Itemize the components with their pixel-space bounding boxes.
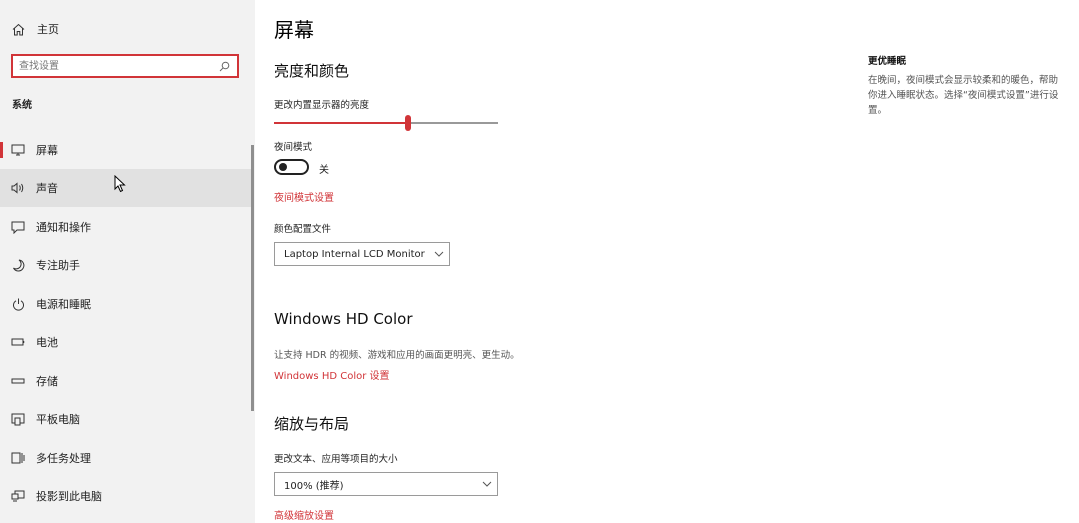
notification-icon	[0, 221, 36, 234]
sidebar-item-multitasking[interactable]: 多任务处理	[0, 439, 252, 477]
sidebar-item-storage[interactable]: 存储	[0, 362, 252, 400]
moon-icon	[0, 259, 36, 272]
project-icon	[0, 490, 36, 502]
sidebar-item-power-sleep[interactable]: 电源和睡眠	[0, 285, 252, 323]
sidebar-item-battery[interactable]: 电池	[0, 323, 252, 361]
scale-value: 100% (推荐)	[284, 480, 344, 492]
search-box[interactable]	[11, 54, 239, 78]
power-icon	[0, 298, 36, 311]
related-panel-text: 在晚间，夜间模式会显示较柔和的暖色，帮助你进入睡眠状态。选择“夜间模式设置”进行…	[868, 75, 1059, 116]
sidebar-item-label: 电源和睡眠	[36, 298, 91, 311]
night-light-label: 夜间模式	[274, 142, 313, 153]
night-light-state: 关	[319, 165, 329, 176]
scale-label: 更改文本、应用等项目的大小	[274, 454, 398, 465]
page-title: 屏幕	[274, 18, 314, 42]
sidebar-item-label: 多任务处理	[36, 452, 91, 465]
sidebar-item-focus-assist[interactable]: 专注助手	[0, 246, 252, 284]
color-profile-value: Laptop Internal LCD Monitor	[284, 248, 425, 260]
monitor-icon	[0, 144, 36, 156]
sidebar-item-tablet[interactable]: 平板电脑	[0, 400, 252, 438]
mouse-cursor-icon	[114, 175, 126, 193]
home-label: 主页	[37, 23, 59, 36]
related-panel-title: 更优睡眠	[868, 56, 907, 67]
color-profile-dropdown[interactable]: Laptop Internal LCD Monitor	[274, 242, 450, 266]
sidebar-item-sound[interactable]: 声音	[0, 169, 252, 207]
scale-heading: 缩放与布局	[274, 415, 350, 433]
tablet-icon	[0, 413, 36, 426]
sidebar-item-label: 专注助手	[36, 259, 80, 272]
storage-icon	[0, 378, 36, 384]
brightness-heading: 亮度和颜色	[274, 62, 350, 80]
toggle-knob	[279, 163, 287, 171]
slider-thumb[interactable]	[405, 115, 411, 131]
sidebar-item-label: 投影到此电脑	[36, 490, 102, 503]
battery-icon	[0, 338, 36, 346]
sidebar-item-display[interactable]: 屏幕	[0, 131, 252, 169]
brightness-slider[interactable]	[274, 115, 498, 131]
speaker-icon	[0, 182, 36, 194]
sidebar-item-label: 通知和操作	[36, 221, 91, 234]
sidebar-item-label: 声音	[36, 182, 58, 195]
hdr-settings-link[interactable]: Windows HD Color 设置	[274, 367, 390, 382]
multitask-icon	[0, 452, 36, 465]
sidebar-item-label: 平板电脑	[36, 413, 80, 426]
chevron-down-icon	[477, 481, 497, 487]
section-label-system: 系统	[12, 100, 32, 111]
night-light-settings-link[interactable]: 夜间模式设置	[274, 189, 334, 204]
color-profile-label: 颜色配置文件	[274, 224, 332, 235]
hdr-heading: Windows HD Color	[274, 310, 413, 328]
sidebar-scrollbar[interactable]	[251, 145, 254, 411]
sidebar-item-label: 电池	[36, 336, 58, 349]
advanced-scaling-link[interactable]: 高级缩放设置	[274, 507, 334, 522]
search-input[interactable]	[13, 57, 215, 75]
hdr-description: 让支持 HDR 的视频、游戏和应用的画面更明亮、更生动。	[274, 350, 520, 361]
search-icon[interactable]	[215, 61, 233, 72]
sidebar-item-label: 屏幕	[36, 144, 58, 157]
sidebar-item-notifications[interactable]: 通知和操作	[0, 208, 252, 246]
brightness-slider-label: 更改内置显示器的亮度	[274, 100, 370, 111]
scale-dropdown[interactable]: 100% (推荐)	[274, 472, 498, 496]
sidebar-item-project[interactable]: 投影到此电脑	[0, 477, 252, 515]
chevron-down-icon	[429, 251, 449, 257]
home-nav-item[interactable]: 主页	[12, 19, 59, 39]
sidebar-item-label: 存储	[36, 375, 58, 388]
night-light-toggle[interactable]	[274, 159, 309, 175]
home-icon	[12, 23, 25, 35]
sidebar: 主页 系统 屏幕 声音 通知和操作 专注助手 电源和睡眠	[0, 0, 255, 523]
slider-fill	[274, 122, 408, 124]
